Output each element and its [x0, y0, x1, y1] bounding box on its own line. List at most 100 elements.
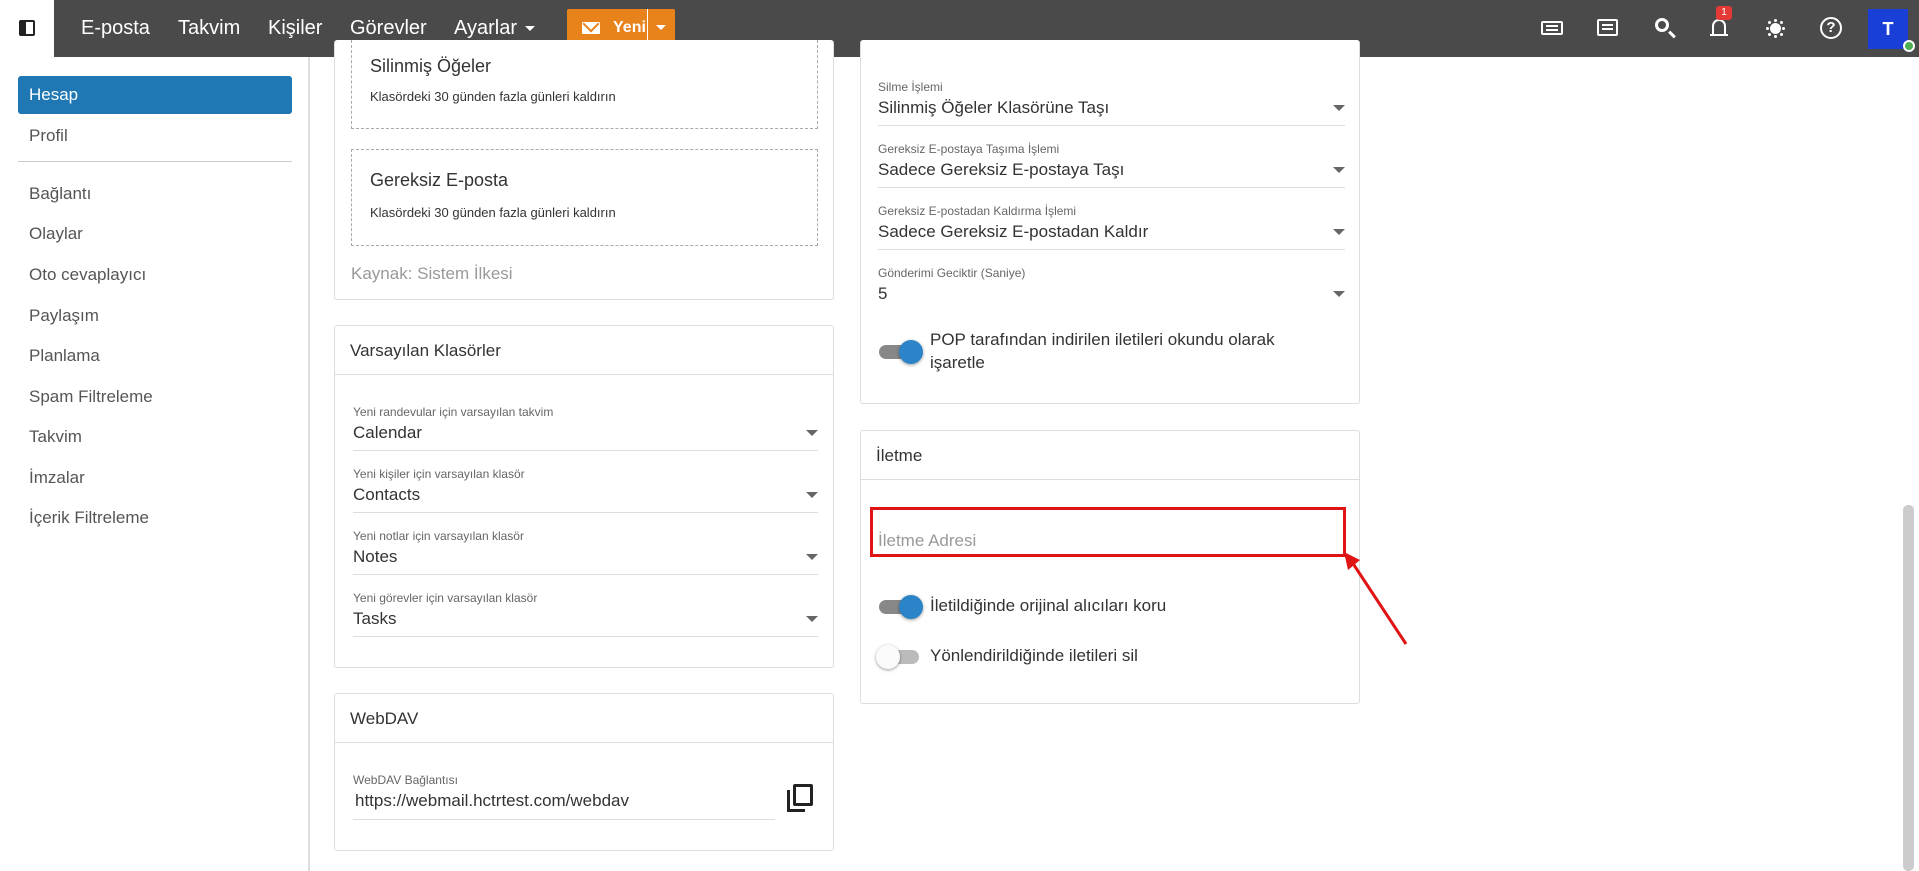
sidebar-item-account[interactable]: Hesap: [18, 76, 292, 114]
chevron-down-icon: [1333, 105, 1345, 111]
theme-toggle-button[interactable]: [1761, 14, 1789, 42]
sidebar-toggle-icon: [19, 20, 35, 36]
toggle-knob: [876, 645, 900, 669]
sun-icon: [1770, 23, 1781, 34]
help-button[interactable]: ?: [1817, 14, 1845, 42]
chevron-down-icon: [1333, 291, 1345, 297]
sidebar-toggle-button[interactable]: [0, 0, 54, 57]
default-notes-select[interactable]: Yeni notlar için varsayılan klasör Notes: [353, 529, 818, 576]
webdav-link-label: WebDAV Bağlantısı: [353, 773, 458, 787]
chevron-down-icon: [806, 430, 818, 436]
field-underline: [353, 574, 818, 575]
nav-calendar[interactable]: Takvim: [178, 0, 240, 57]
chevron-down-icon: [525, 26, 535, 32]
pop-mark-read-label: POP tarafından indirilen iletileri okund…: [930, 330, 1275, 372]
chevron-down-icon: [806, 616, 818, 622]
new-button-label: Yeni: [613, 19, 646, 36]
default-calendar-label: Yeni randevular için varsayılan takvim: [353, 405, 554, 419]
junk-remove-action-select[interactable]: Gereksiz E-postadan Kaldırma İşlemi Sade…: [878, 204, 1345, 251]
keep-recipients-toggle[interactable]: [877, 595, 923, 619]
junk-move-action-value: Sadece Gereksiz E-postaya Taşı: [878, 160, 1125, 179]
sidebar-divider: [18, 161, 292, 162]
webdav-title: WebDAV: [335, 694, 833, 743]
sidebar-item-connection[interactable]: Bağlantı: [18, 175, 292, 213]
scrollbar[interactable]: [1903, 505, 1914, 871]
junk-move-action-select[interactable]: Gereksiz E-postaya Taşıma İşlemi Sadece …: [878, 142, 1345, 189]
deleted-items-title: Silinmiş Öğeler: [370, 56, 492, 76]
toggle-knob: [899, 595, 923, 619]
field-underline: [353, 450, 818, 451]
toggle-knob: [899, 340, 923, 364]
default-contacts-select[interactable]: Yeni kişiler için varsayılan klasör Cont…: [353, 467, 818, 514]
keep-recipients-label: İletildiğinde orijinal alıcıları koru: [930, 596, 1167, 615]
settings-sidebar: Hesap Profil Bağlantı Olaylar Oto cevapl…: [0, 57, 310, 871]
chat-icon: [1597, 19, 1618, 36]
junk-email-title: Gereksiz E-posta: [370, 170, 509, 190]
chevron-down-icon: [656, 25, 666, 30]
notification-badge: 1: [1716, 6, 1732, 20]
delete-redirected-label: Yönlendirildiğinde iletileri sil: [930, 646, 1138, 665]
nav-settings-label: Ayarlar: [454, 17, 517, 39]
delete-action-label: Silme İşlemi: [878, 80, 943, 94]
highlight-box: [870, 507, 1346, 557]
retention-card: Silinmiş Öğeler Klasördeki 30 günden faz…: [334, 40, 834, 300]
field-underline: [878, 125, 1345, 126]
sidebar-item-content-filtering[interactable]: İçerik Filtreleme: [18, 499, 292, 537]
sidebar-item-spam-filtering[interactable]: Spam Filtreleme: [18, 378, 292, 416]
deleted-items-policy: Silinmiş Öğeler Klasördeki 30 günden faz…: [351, 40, 818, 129]
sidebar-item-profile[interactable]: Profil: [18, 117, 292, 155]
keyboard-shortcuts-button[interactable]: [1538, 14, 1566, 42]
sidebar-item-scheduling[interactable]: Planlama: [18, 337, 292, 375]
field-underline: [353, 819, 775, 820]
webdav-card: WebDAV WebDAV Bağlantısı https://webmail…: [334, 693, 834, 851]
webdav-link-field[interactable]: WebDAV Bağlantısı https://webmail.hctrte…: [353, 773, 775, 821]
bell-icon: [1710, 19, 1728, 36]
help-icon: ?: [1820, 17, 1842, 39]
policy-source: Kaynak: Sistem İlkesi: [351, 264, 513, 283]
chat-button[interactable]: [1594, 14, 1622, 42]
copy-icon[interactable]: [787, 784, 815, 812]
default-tasks-label: Yeni görevler için varsayılan klasör: [353, 591, 538, 605]
default-calendar-value: Calendar: [353, 423, 422, 442]
search-button[interactable]: [1650, 14, 1678, 42]
delete-redirected-toggle[interactable]: [876, 645, 921, 669]
pop-mark-read-toggle[interactable]: [877, 340, 923, 364]
default-tasks-select[interactable]: Yeni görevler için varsayılan klasör Tas…: [353, 591, 818, 638]
send-delay-label: Gönderimi Geciktir (Saniye): [878, 266, 1026, 280]
send-delay-value: 5: [878, 284, 888, 303]
default-contacts-value: Contacts: [353, 485, 421, 504]
default-contacts-label: Yeni kişiler için varsayılan klasör: [353, 467, 525, 481]
chevron-down-icon: [1333, 167, 1345, 173]
field-underline: [878, 249, 1345, 250]
chevron-down-icon: [806, 554, 818, 560]
annotation-arrow-icon: [1344, 552, 1408, 645]
default-calendar-select[interactable]: Yeni randevular için varsayılan takvim C…: [353, 405, 818, 452]
default-folders-card: Varsayılan Klasörler Yeni randevular içi…: [334, 325, 834, 668]
sidebar-item-signatures[interactable]: İmzalar: [18, 459, 292, 497]
send-delay-select[interactable]: Gönderimi Geciktir (Saniye) 5: [878, 266, 1345, 313]
avatar[interactable]: T: [1868, 9, 1908, 49]
default-notes-value: Notes: [353, 547, 398, 566]
nav-email[interactable]: E-posta: [81, 0, 150, 57]
junk-email-subtitle: Klasördeki 30 günden fazla günleri kaldı…: [370, 205, 616, 220]
nav-contacts[interactable]: Kişiler: [268, 0, 322, 57]
sidebar-item-events[interactable]: Olaylar: [18, 215, 292, 253]
sidebar-item-sharing[interactable]: Paylaşım: [18, 297, 292, 335]
junk-remove-action-label: Gereksiz E-postadan Kaldırma İşlemi: [878, 204, 1077, 218]
sidebar-item-auto-responder[interactable]: Oto cevaplayıcı: [18, 256, 292, 294]
copy-icon-front: [793, 784, 813, 806]
presence-indicator: [1903, 40, 1915, 52]
sidebar-item-calendar[interactable]: Takvim: [18, 418, 292, 456]
field-underline: [878, 187, 1345, 188]
junk-email-policy: Gereksiz E-posta Klasördeki 30 günden fa…: [351, 149, 818, 246]
webdav-link-value: https://webmail.hctrtest.com/webdav: [355, 791, 630, 810]
envelope-icon: [582, 22, 600, 34]
field-underline: [353, 636, 818, 637]
junk-move-action-label: Gereksiz E-postaya Taşıma İşlemi: [878, 142, 1060, 156]
search-icon: [1655, 18, 1669, 32]
delete-action-select[interactable]: Silme İşlemi Silinmiş Öğeler Klasörüne T…: [878, 80, 1345, 127]
forwarding-card: İletme İletme Adresi İletildiğinde oriji…: [860, 430, 1360, 704]
delete-action-value: Silinmiş Öğeler Klasörüne Taşı: [878, 98, 1110, 117]
field-underline: [353, 512, 818, 513]
chevron-down-icon: [1333, 229, 1345, 235]
